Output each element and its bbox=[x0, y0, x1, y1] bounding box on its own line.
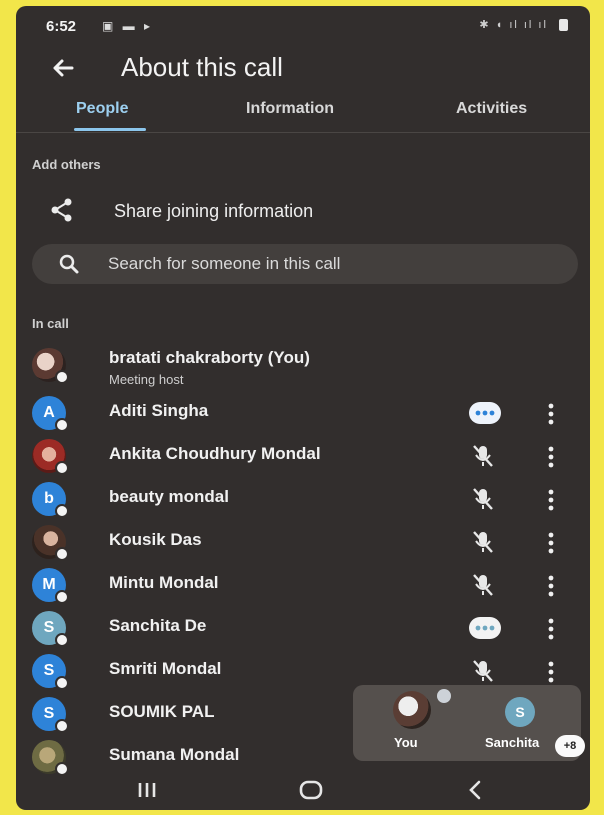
share-icon bbox=[48, 196, 76, 224]
status-bar: 6:52 ▣ ▬ ▸ ✱ ◖ ıl ıl ıl bbox=[16, 6, 590, 42]
status-time: 6:52 bbox=[46, 18, 77, 35]
participant-row[interactable]: Ankita Choudhury Mondal bbox=[16, 437, 590, 477]
avatar-initial: M bbox=[42, 576, 56, 593]
in-call-heading: In call bbox=[32, 316, 69, 331]
participant-name: beauty mondal bbox=[109, 487, 229, 506]
presence-dot bbox=[55, 418, 69, 432]
avatar: M bbox=[32, 568, 69, 604]
active-tab-indicator bbox=[74, 128, 146, 131]
participant-avatar: S bbox=[505, 697, 535, 727]
participant-row[interactable]: A Aditi Singha bbox=[16, 394, 590, 434]
participant-search-input[interactable]: Search for someone in this call bbox=[32, 244, 578, 284]
mic-off-icon bbox=[468, 529, 498, 555]
participant-name: Smriti Mondal bbox=[109, 659, 222, 678]
presence-dot bbox=[55, 676, 69, 690]
participant-name: Sanchita De bbox=[109, 616, 207, 635]
battery-icon bbox=[559, 19, 568, 32]
participant-name: Aditi Singha bbox=[109, 401, 209, 420]
more-vert-icon[interactable] bbox=[546, 531, 556, 555]
participant-row[interactable]: M Mintu Mondal bbox=[16, 566, 590, 606]
presence-dot bbox=[55, 370, 69, 384]
participant-name: SOUMIK PAL bbox=[109, 702, 215, 721]
more-vert-icon[interactable] bbox=[546, 488, 556, 512]
more-vert-icon[interactable] bbox=[546, 402, 556, 426]
system-nav-bar bbox=[16, 770, 590, 810]
avatar: S bbox=[32, 654, 69, 690]
add-others-heading: Add others bbox=[32, 157, 101, 172]
participant-name: Sumana Mondal bbox=[109, 745, 240, 764]
avatar bbox=[32, 740, 69, 776]
recents-icon[interactable] bbox=[132, 778, 162, 802]
participant-row[interactable]: S Sanchita De bbox=[16, 609, 590, 649]
more-vert-icon[interactable] bbox=[546, 574, 556, 598]
participant-name: bratati chakraborty (You) bbox=[109, 348, 310, 367]
participant-row[interactable]: Kousik Das bbox=[16, 523, 590, 563]
mic-off-icon bbox=[468, 486, 498, 512]
mic-off-icon bbox=[468, 658, 498, 684]
avatar-initial: A bbox=[43, 404, 55, 421]
presence-dot bbox=[55, 590, 69, 604]
signal-icons: ✱ ◖ ıl ıl ıl bbox=[479, 19, 548, 31]
share-joining-info-label: Share joining information bbox=[114, 201, 314, 221]
tabs-divider bbox=[16, 132, 590, 133]
more-vert-icon[interactable] bbox=[546, 617, 556, 641]
participant-name: Kousik Das bbox=[109, 530, 202, 549]
nav-back-icon[interactable] bbox=[461, 778, 491, 802]
search-placeholder: Search for someone in this call bbox=[108, 254, 341, 273]
self-avatar bbox=[393, 691, 431, 729]
avatar: A bbox=[32, 396, 69, 432]
back-arrow-icon[interactable] bbox=[46, 50, 82, 86]
participant-tile-label: Sanchita bbox=[485, 735, 540, 750]
more-horiz-bubble-icon bbox=[468, 615, 501, 641]
search-icon bbox=[58, 253, 80, 275]
home-icon[interactable] bbox=[296, 778, 326, 802]
tab-information[interactable]: Information bbox=[246, 100, 334, 118]
presence-dot bbox=[55, 633, 69, 647]
tab-people[interactable]: People bbox=[76, 100, 128, 118]
more-vert-icon[interactable] bbox=[546, 660, 556, 684]
notification-icons: ▣ ▬ ▸ bbox=[102, 19, 154, 33]
mic-off-icon bbox=[468, 443, 498, 469]
phone-screen: 6:52 ▣ ▬ ▸ ✱ ◖ ıl ıl ıl About this call … bbox=[16, 6, 590, 810]
avatar: b bbox=[32, 482, 69, 518]
avatar bbox=[32, 525, 69, 561]
avatar-initial: S bbox=[43, 705, 55, 722]
avatar bbox=[32, 439, 69, 475]
call-pip-panel[interactable]: You S Sanchita +8 bbox=[353, 685, 585, 761]
participant-role: Meeting host bbox=[109, 372, 184, 387]
tab-activities[interactable]: Activities bbox=[456, 100, 527, 118]
avatar bbox=[32, 348, 69, 384]
participant-row[interactable]: b beauty mondal bbox=[16, 480, 590, 520]
avatar: S bbox=[32, 611, 69, 647]
participant-name: Ankita Choudhury Mondal bbox=[109, 444, 321, 463]
self-tile-label: You bbox=[394, 735, 418, 750]
participant-row[interactable]: bratati chakraborty (You) Meeting host bbox=[16, 346, 590, 387]
share-joining-info-button[interactable]: Share joining information bbox=[16, 192, 590, 232]
mic-off-icon bbox=[468, 572, 498, 598]
avatar: S bbox=[32, 697, 69, 733]
reaction-icon bbox=[437, 689, 451, 703]
more-vert-icon[interactable] bbox=[546, 445, 556, 469]
page-title: About this call bbox=[121, 52, 283, 82]
more-participants-badge[interactable]: +8 bbox=[555, 735, 585, 757]
avatar-initial: S bbox=[43, 662, 55, 679]
more-horiz-bubble-icon bbox=[468, 400, 501, 426]
avatar-initial: S bbox=[43, 619, 55, 636]
avatar-initial: b bbox=[44, 490, 54, 507]
presence-dot bbox=[55, 504, 69, 518]
system-icons: ✱ ◖ ıl ıl ıl bbox=[479, 18, 568, 32]
participant-name: Mintu Mondal bbox=[109, 573, 219, 592]
presence-dot bbox=[55, 461, 69, 475]
presence-dot bbox=[55, 547, 69, 561]
presence-dot bbox=[55, 719, 69, 733]
